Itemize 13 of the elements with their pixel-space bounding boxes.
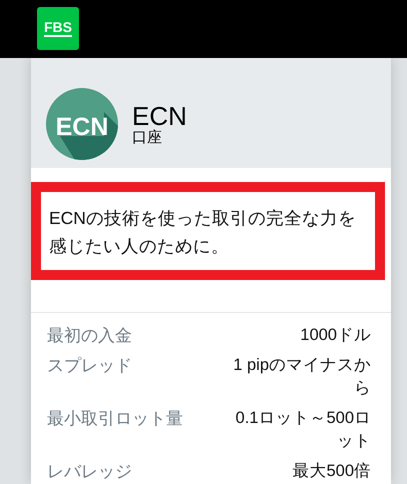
ecn-badge-icon: ECN	[46, 88, 118, 160]
spec-label: 最小取引ロット量	[47, 408, 184, 430]
spec-label: スプレッド	[47, 355, 133, 377]
spec-label: 最初の入金	[47, 325, 133, 347]
fbs-logo[interactable]: FBS	[37, 7, 79, 50]
spec-value: 0.1ロット～500ロット	[234, 408, 371, 452]
spec-value: 1000ドル	[299, 325, 371, 346]
account-description: ECNの技術を使った取引の完全な力を感じたい人のために。	[31, 182, 385, 280]
account-title: ECN	[132, 102, 187, 130]
spec-value: 最大500倍	[291, 461, 371, 482]
spec-value: 1 pipのマイナスから	[232, 355, 371, 399]
account-subtitle: 口座	[132, 130, 163, 146]
spec-label: レバレッジ	[47, 461, 133, 483]
